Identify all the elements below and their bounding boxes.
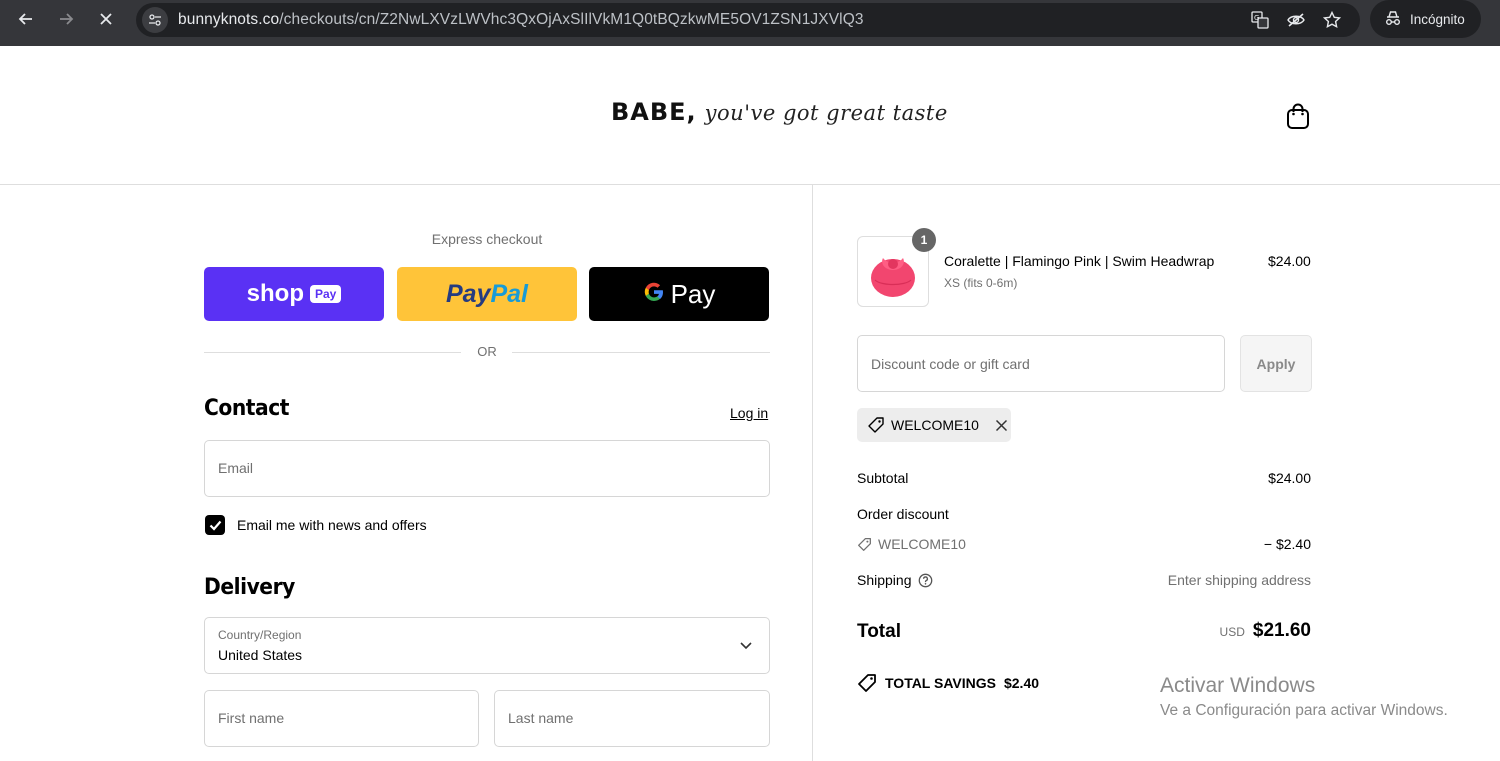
- tag-icon: [868, 417, 884, 433]
- subtotal-label: Subtotal: [857, 470, 909, 486]
- paypal-text-2: Pal: [490, 279, 528, 308]
- remove-discount-icon[interactable]: [995, 418, 1009, 432]
- newsletter-checkbox[interactable]: [205, 515, 225, 535]
- browser-toolbar: bunnyknots.co/checkouts/cn/Z2NwLXVzLWVhc…: [0, 0, 1500, 46]
- currency-code: USD: [1219, 625, 1245, 639]
- delivery-heading: Delivery: [204, 575, 295, 600]
- paypal-text-1: Pay: [445, 279, 491, 308]
- shipping-value: Enter shipping address: [1167, 572, 1311, 588]
- store-header: BABE, you've got great taste: [0, 46, 1500, 185]
- applied-discount-chip: WELCOME10: [857, 408, 1011, 442]
- product-name: Coralette | Flamingo Pink | Swim Headwra…: [944, 253, 1215, 269]
- incognito-icon: [1384, 10, 1402, 29]
- google-pay-text: Pay: [670, 278, 716, 309]
- discount-code-input[interactable]: Discount code or gift card: [857, 335, 1225, 392]
- help-circle-icon[interactable]: [918, 573, 933, 588]
- paypal-button[interactable]: Pay Pal: [397, 267, 577, 321]
- shipping-label: Shipping: [857, 572, 912, 588]
- shop-pay-text: shop: [246, 280, 304, 307]
- address-bar[interactable]: bunnyknots.co/checkouts/cn/Z2NwLXVzLWVhc…: [136, 3, 1360, 37]
- back-icon[interactable]: [14, 7, 38, 31]
- url-text[interactable]: bunnyknots.co/checkouts/cn/Z2NwLXVzLWVhc…: [178, 11, 864, 29]
- savings-label: TOTAL SAVINGS: [885, 675, 996, 691]
- log-in-link[interactable]: Log in: [730, 405, 768, 421]
- stop-loading-icon[interactable]: [94, 7, 118, 31]
- logo-script-text: you've got great taste: [704, 101, 948, 125]
- product-price: $24.00: [1268, 253, 1311, 269]
- url-host: bunnyknots.co: [178, 11, 280, 28]
- applied-code-text: WELCOME10: [891, 417, 979, 433]
- google-pay-button[interactable]: Pay: [589, 267, 769, 321]
- subtotal-value: $24.00: [1268, 470, 1311, 486]
- watermark-line-1: Activar Windows: [1160, 674, 1316, 697]
- logo-main-text: BABE,: [611, 98, 697, 126]
- incognito-indicator[interactable]: Incógnito: [1370, 0, 1481, 38]
- eye-off-icon[interactable]: [1286, 10, 1306, 30]
- savings-tag-icon: [858, 674, 876, 692]
- discount-value: − $2.40: [1263, 536, 1311, 552]
- email-placeholder: Email: [218, 460, 254, 476]
- last-name-field[interactable]: Last name: [494, 690, 770, 747]
- quantity-badge: 1: [912, 228, 936, 252]
- divider-line-right: [512, 352, 770, 353]
- watermark-line-2: Ve a Configuración para activar Windows.: [1160, 702, 1448, 719]
- tag-icon: [858, 537, 871, 551]
- country-select[interactable]: Country/Region United States: [204, 617, 770, 674]
- shipping-row: Shipping: [857, 572, 933, 588]
- url-path: /checkouts/cn/Z2NwLXVzLWVhc3QxOjAxSlIlVk…: [279, 11, 864, 28]
- express-checkout-label: Express checkout: [431, 231, 543, 247]
- store-logo[interactable]: BABE, you've got great taste: [611, 98, 948, 126]
- google-g-icon: [643, 279, 665, 310]
- headwrap-image: [871, 257, 915, 297]
- shop-pay-button[interactable]: shop Pay: [204, 267, 384, 321]
- shopping-bag-icon[interactable]: [1285, 102, 1311, 130]
- discount-placeholder: Discount code or gift card: [871, 356, 1030, 372]
- forward-icon[interactable]: [54, 7, 78, 31]
- checkout-form-panel: Express checkout shop Pay Pay Pal Pay OR …: [0, 185, 813, 761]
- svg-text:G: G: [1254, 14, 1259, 22]
- savings-value: $2.40: [1003, 675, 1040, 691]
- total-label: Total: [857, 621, 901, 642]
- incognito-label: Incógnito: [1410, 11, 1465, 27]
- discount-code-text: WELCOME10: [878, 536, 966, 552]
- last-name-placeholder: Last name: [508, 710, 574, 726]
- country-label: Country/Region: [218, 628, 302, 642]
- checkmark-icon: [209, 520, 221, 531]
- contact-heading: Contact: [204, 396, 289, 421]
- shop-pay-badge: Pay: [309, 285, 342, 303]
- first-name-field[interactable]: First name: [204, 690, 479, 747]
- product-variant: XS (fits 0-6m): [944, 276, 1018, 290]
- total-amount: $21.60: [1252, 620, 1311, 641]
- first-name-placeholder: First name: [218, 710, 285, 726]
- total-value: USD $21.60: [1220, 620, 1311, 642]
- email-field[interactable]: Email: [204, 440, 770, 497]
- windows-activation-watermark: Activar Windows Ve a Configuración para …: [1160, 674, 1448, 720]
- order-discount-label: Order discount: [857, 506, 949, 522]
- discount-code-row: WELCOME10: [857, 536, 966, 552]
- country-value: United States: [218, 647, 303, 663]
- bookmark-star-icon[interactable]: [1322, 10, 1342, 30]
- total-savings: TOTAL SAVINGS $2.40: [857, 673, 1039, 693]
- order-summary-panel: 1 Coralette | Flamingo Pink | Swim Headw…: [814, 185, 1500, 761]
- newsletter-label[interactable]: Email me with news and offers: [237, 517, 427, 533]
- or-divider: OR: [204, 343, 770, 361]
- chevron-down-icon: [740, 642, 752, 650]
- translate-icon[interactable]: G: [1250, 10, 1270, 30]
- apply-button[interactable]: Apply: [1240, 335, 1312, 392]
- site-settings-icon[interactable]: [142, 7, 168, 33]
